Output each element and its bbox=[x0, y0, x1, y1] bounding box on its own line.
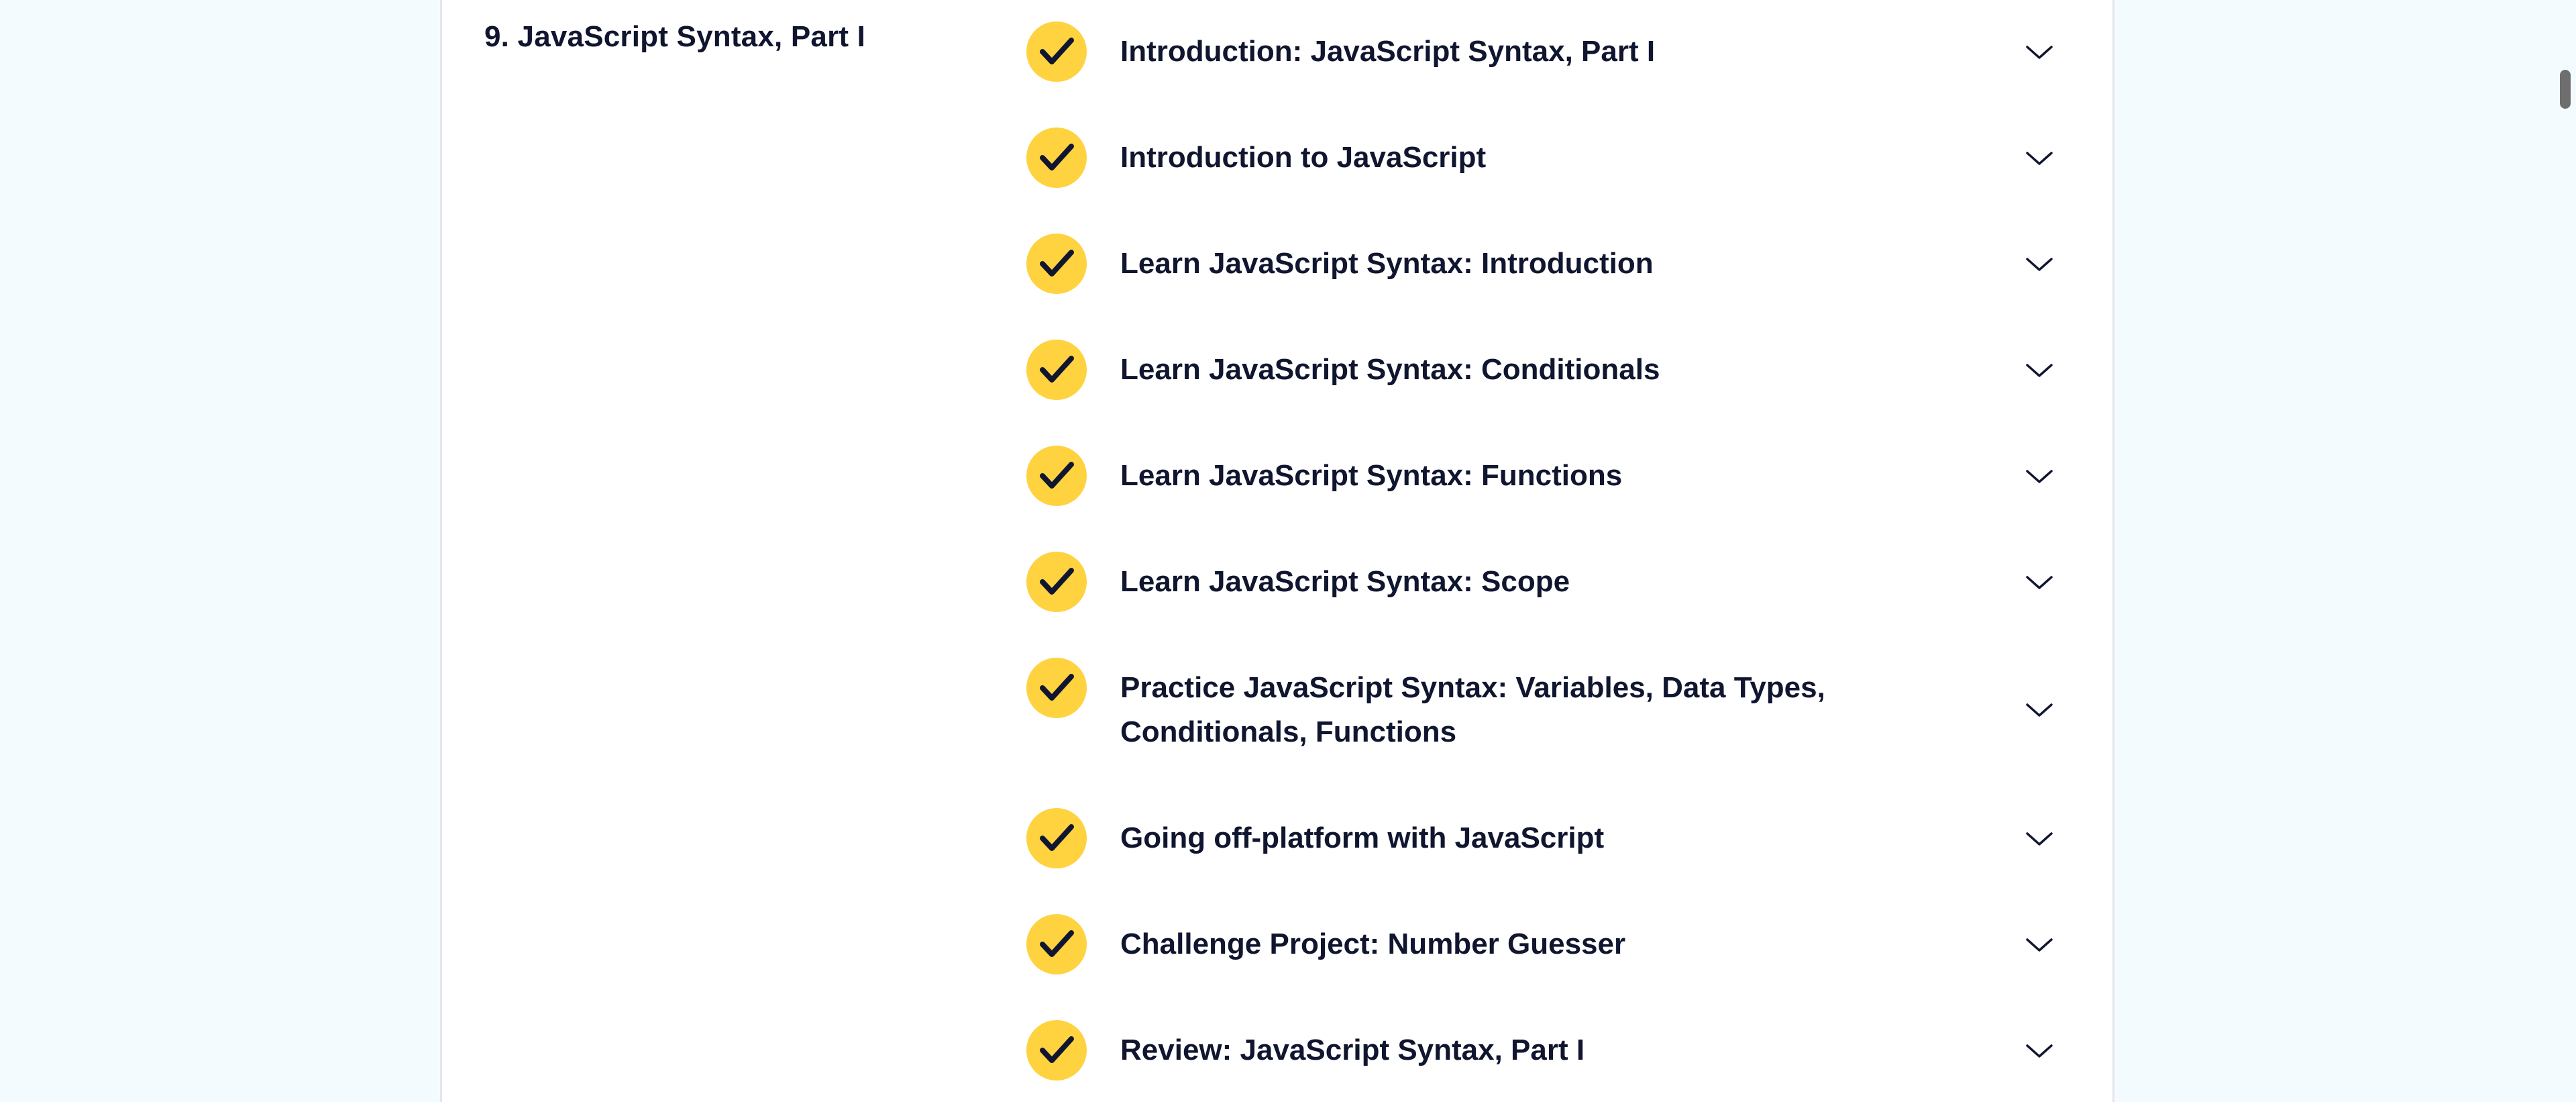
lesson-title: Practice JavaScript Syntax: Variables, D… bbox=[1120, 671, 1825, 748]
lesson-title: Introduction to JavaScript bbox=[1120, 141, 1487, 174]
checkmark-icon bbox=[1026, 1020, 1087, 1081]
lesson-title: Review: JavaScript Syntax, Part I bbox=[1120, 1034, 1585, 1066]
checkmark-icon bbox=[1026, 446, 1087, 506]
module-title: 9. JavaScript Syntax, Part I bbox=[484, 20, 866, 53]
lesson-title: Challenge Project: Number Guesser bbox=[1120, 928, 1626, 960]
chevron-down-icon[interactable] bbox=[2022, 39, 2057, 66]
lesson-title: Learn JavaScript Syntax: Conditionals bbox=[1120, 353, 1660, 386]
chevron-down-icon[interactable] bbox=[2022, 357, 2057, 384]
scrollbar-thumb[interactable] bbox=[2560, 70, 2571, 109]
checkmark-icon bbox=[1026, 234, 1087, 294]
chevron-down-icon[interactable] bbox=[2022, 145, 2057, 172]
lesson-title: Learn JavaScript Syntax: Functions bbox=[1120, 459, 1623, 492]
checkmark-icon bbox=[1026, 21, 1087, 82]
lesson-title: Learn JavaScript Syntax: Scope bbox=[1120, 565, 1570, 598]
vertical-scrollbar[interactable] bbox=[2556, 0, 2576, 1102]
lesson-title: Introduction: JavaScript Syntax, Part I bbox=[1120, 35, 1656, 68]
chevron-down-icon[interactable] bbox=[2022, 569, 2057, 596]
checkmark-icon bbox=[1026, 658, 1087, 718]
chevron-down-icon[interactable] bbox=[2022, 697, 2057, 723]
checkmark-icon bbox=[1026, 552, 1087, 612]
checkmark-icon bbox=[1026, 128, 1087, 188]
lesson-title: Going off-platform with JavaScript bbox=[1120, 821, 1605, 854]
checkmark-icon bbox=[1026, 914, 1087, 974]
lesson-title: Learn JavaScript Syntax: Introduction bbox=[1120, 247, 1654, 280]
checkmark-icon bbox=[1026, 808, 1087, 868]
chevron-down-icon[interactable] bbox=[2022, 932, 2057, 958]
chevron-down-icon[interactable] bbox=[2022, 1038, 2057, 1064]
chevron-down-icon[interactable] bbox=[2022, 463, 2057, 490]
chevron-down-icon[interactable] bbox=[2022, 825, 2057, 852]
page: 9. JavaScript Syntax, Part I Introductio… bbox=[0, 0, 2576, 1102]
chevron-down-icon[interactable] bbox=[2022, 251, 2057, 278]
checkmark-icon bbox=[1026, 340, 1087, 400]
